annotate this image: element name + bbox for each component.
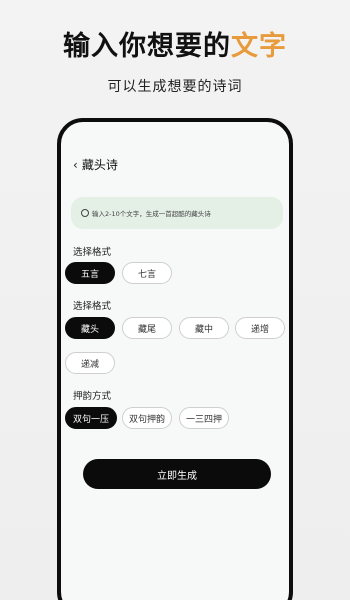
hero-title-main: 输入你想要的 [63, 31, 231, 62]
chip-shuangju-yayun[interactable]: 双句押韵 [122, 407, 172, 429]
chip-qiyan[interactable]: 七言 [122, 262, 172, 284]
search-input[interactable]: 输入2-10个文字，生成一首超酷的藏头诗 [71, 197, 283, 229]
chip-cangwei[interactable]: 藏尾 [122, 317, 172, 339]
chip-yisansi-ya[interactable]: 一三四押 [179, 407, 229, 429]
back-icon[interactable]: ‹ [73, 159, 78, 171]
hero-subtitle: 可以生成想要的诗词 [107, 79, 243, 95]
search-placeholder: 输入2-10个文字，生成一首超酷的藏头诗 [92, 210, 211, 218]
format-label-1: 选择格式 [73, 247, 112, 258]
chip-dizeng[interactable]: 递增 [235, 317, 285, 339]
chip-shuangju-yiya[interactable]: 双句一压 [65, 407, 117, 429]
search-icon [81, 209, 89, 217]
chip-cangzhong[interactable]: 藏中 [179, 317, 229, 339]
chip-cangtou[interactable]: 藏头 [65, 317, 115, 339]
hero-title-accent: 文字 [231, 31, 287, 62]
generate-button[interactable]: 立即生成 [83, 459, 271, 489]
screen-title: 藏头诗 [81, 158, 118, 172]
format-label-2: 选择格式 [73, 301, 112, 312]
chip-dijian[interactable]: 递减 [65, 352, 115, 374]
app-header: ‹ 藏头诗 [73, 156, 118, 173]
chip-wuyan[interactable]: 五言 [65, 262, 115, 284]
rhyme-label: 押韵方式 [73, 391, 112, 402]
hero-title: 输入你想要的文字 [0, 24, 350, 63]
phone-frame: ‹ 藏头诗 输入2-10个文字，生成一首超酷的藏头诗 选择格式 五言 七言 选择… [57, 118, 293, 600]
